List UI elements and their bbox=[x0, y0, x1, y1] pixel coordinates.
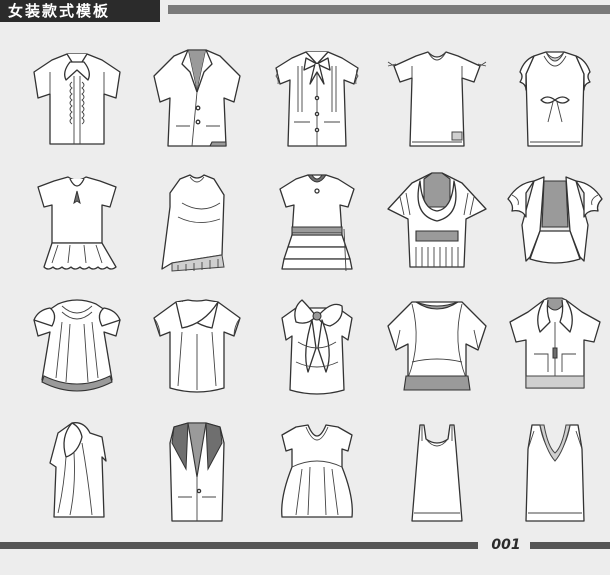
draped-bow-top-sketch bbox=[262, 292, 372, 402]
layered-flutter-sleeve-top-sketch bbox=[382, 292, 492, 402]
peplum-keyhole-top-sketch bbox=[22, 167, 132, 277]
draped-shoulder-top-sketch bbox=[22, 417, 132, 527]
header-rule bbox=[168, 5, 610, 14]
blazer-jacket-sketch bbox=[142, 42, 252, 152]
v-neck-tank-sketch bbox=[500, 417, 610, 527]
wrap-neck-blouse-sketch bbox=[142, 292, 252, 402]
header: 女装款式模板 bbox=[0, 0, 610, 22]
footer-rule bbox=[0, 542, 478, 549]
empire-waist-top-sketch bbox=[262, 417, 372, 527]
zip-hoodie-sketch bbox=[500, 292, 610, 402]
garment-sheet bbox=[0, 22, 610, 542]
ruffle-shoulder-cardigan-sketch bbox=[500, 167, 610, 277]
page-number: 001 bbox=[491, 537, 521, 553]
ruffle-tie-front-top-sketch bbox=[500, 42, 610, 152]
template-title: 女装款式模板 bbox=[0, 0, 160, 22]
camisole-tank-sketch bbox=[382, 417, 492, 527]
footer-rule-end bbox=[530, 542, 610, 549]
basic-tee-sketch bbox=[382, 42, 492, 152]
long-vest-sketch bbox=[142, 417, 252, 527]
ruffle-front-blouse-sketch bbox=[22, 42, 132, 152]
bow-collar-shirt-sketch bbox=[262, 42, 372, 152]
asymmetric-sleeveless-top-sketch bbox=[142, 167, 252, 277]
bubble-hem-puff-top-sketch bbox=[22, 292, 132, 402]
tiered-belted-blouse-sketch bbox=[262, 167, 372, 277]
cowl-knit-vest-sketch bbox=[382, 167, 492, 277]
